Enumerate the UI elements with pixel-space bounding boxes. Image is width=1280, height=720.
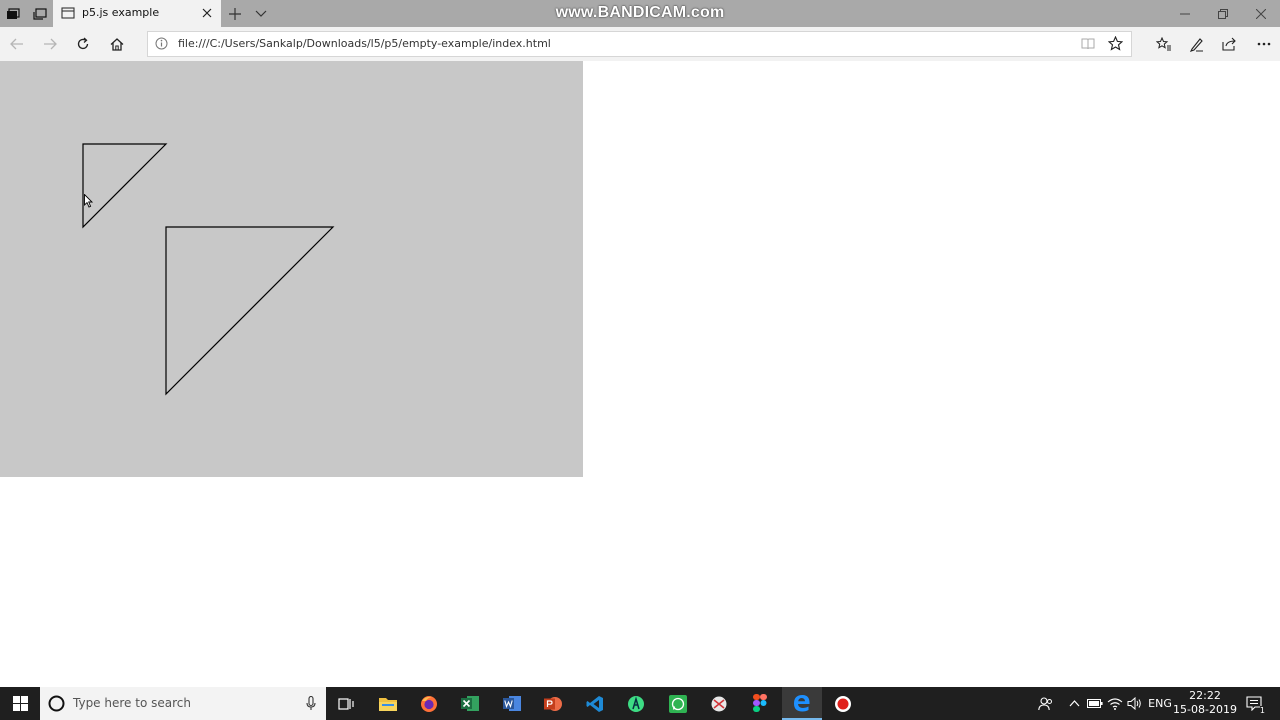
clock-time: 22:22 [1189, 689, 1221, 702]
wifi-icon[interactable] [1105, 687, 1125, 720]
page-icon [61, 7, 75, 22]
p5-canvas[interactable] [0, 61, 583, 477]
battery-icon[interactable] [1085, 687, 1105, 720]
title-bar: p5.js example www.BANDICAM.com [0, 0, 1280, 27]
excel-icon[interactable] [450, 687, 490, 720]
triangle-shape-2 [165, 226, 335, 396]
more-options-icon[interactable] [1247, 27, 1280, 61]
volume-icon[interactable] [1125, 687, 1145, 720]
figma-icon[interactable] [740, 687, 780, 720]
firefox-icon[interactable] [409, 687, 449, 720]
back-button[interactable] [0, 27, 33, 61]
system-clock[interactable]: 22:22 15-08-2019 [1172, 689, 1238, 717]
tab-title: p5.js example [82, 6, 160, 19]
search-placeholder: Type here to search [73, 696, 191, 710]
set-aside-tabs-icon[interactable] [27, 0, 53, 27]
whatsapp-icon[interactable] [658, 687, 698, 720]
minimize-button[interactable] [1166, 0, 1204, 27]
task-view-icon[interactable] [326, 687, 366, 720]
snipping-icon[interactable] [699, 687, 739, 720]
share-icon[interactable] [1213, 27, 1246, 61]
notification-count: 1 [1259, 706, 1265, 715]
edge-icon[interactable] [782, 687, 822, 720]
favorites-hub-icon[interactable] [1147, 27, 1180, 61]
action-center-icon[interactable]: 1 [1242, 687, 1266, 720]
close-window-button[interactable] [1242, 0, 1280, 27]
android-studio-icon[interactable] [616, 687, 656, 720]
powerpoint-icon[interactable] [533, 687, 573, 720]
language-indicator[interactable]: ENG [1146, 687, 1174, 720]
canvas-drawing [82, 143, 335, 396]
info-icon[interactable] [155, 37, 168, 53]
word-icon[interactable] [492, 687, 532, 720]
triangle-shape-1 [82, 143, 168, 229]
address-bar[interactable]: file:///C:/Users/Sankalp/Downloads/l5/p5… [147, 31, 1132, 57]
taskbar-search-box[interactable]: Type here to search [40, 687, 326, 720]
chevron-up-icon[interactable] [1064, 687, 1084, 720]
cortana-icon [48, 695, 65, 715]
mouse-cursor-icon [84, 193, 94, 211]
tab-actions-icon[interactable] [0, 0, 26, 27]
url-text[interactable]: file:///C:/Users/Sankalp/Downloads/l5/p5… [178, 37, 551, 50]
close-tab-icon[interactable] [199, 5, 215, 21]
pen-notes-icon[interactable] [1180, 27, 1213, 61]
bandicam-icon[interactable] [823, 687, 863, 720]
people-icon[interactable] [1032, 687, 1058, 720]
favorite-star-icon[interactable] [1107, 35, 1124, 54]
home-button[interactable] [100, 27, 133, 61]
start-windows-icon[interactable] [0, 687, 40, 720]
clock-date: 15-08-2019 [1173, 703, 1237, 716]
navigation-bar: file:///C:/Users/Sankalp/Downloads/l5/p5… [0, 27, 1280, 61]
microphone-icon[interactable] [306, 695, 316, 714]
browser-tab[interactable]: p5.js example [53, 0, 221, 27]
forward-button[interactable] [33, 27, 66, 61]
file-explorer-icon[interactable] [368, 687, 408, 720]
vscode-icon[interactable] [575, 687, 615, 720]
refresh-button[interactable] [66, 27, 99, 61]
windows-taskbar: Type here to search ENG 22:22 15-08-2019… [0, 687, 1280, 720]
restore-button[interactable] [1204, 0, 1242, 27]
reading-view-icon[interactable] [1081, 37, 1095, 53]
chevron-down-icon[interactable] [248, 0, 274, 27]
new-tab-icon[interactable] [222, 0, 248, 27]
